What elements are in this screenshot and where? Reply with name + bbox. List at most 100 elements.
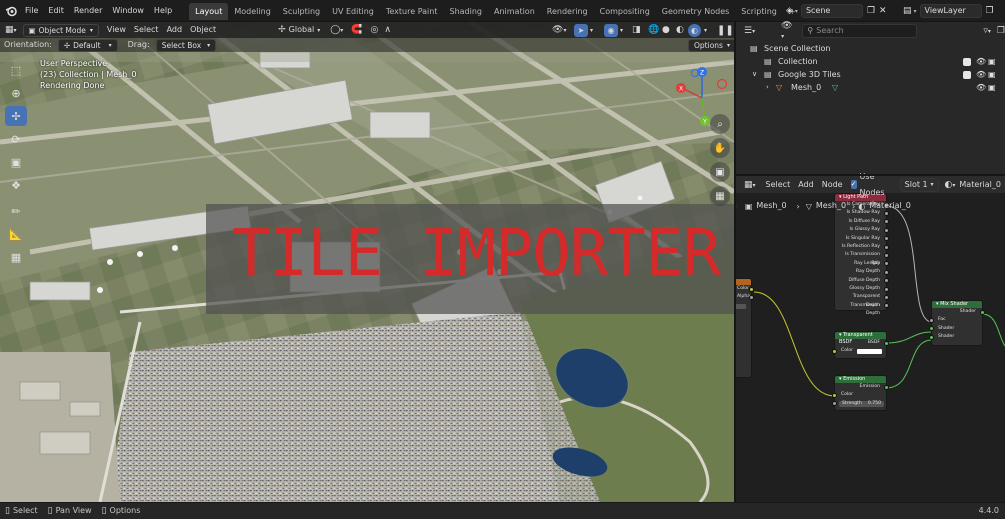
outliner-search-field[interactable]: ⚲ Search — [802, 24, 918, 38]
viewlayer-selector[interactable]: ▤ ▾ ViewLayer ❐ — [903, 4, 994, 18]
display-mode-icon[interactable]: 👁▾ — [781, 21, 794, 41]
outliner-editor-icon[interactable]: ☰▾ — [744, 26, 755, 36]
emission-node[interactable]: ▾ Emission Emission Color Strength 0.750 — [832, 375, 889, 411]
area-divider-vertical[interactable] — [734, 22, 736, 502]
camera-view-icon[interactable]: ▣ — [710, 162, 730, 182]
light-path-output-socket[interactable]: Is Glossy Ray — [835, 226, 889, 234]
visibility-eye-icon[interactable]: 👁 — [976, 68, 986, 81]
new-collection-icon[interactable]: ❐ — [997, 26, 1005, 36]
shader-node-editor[interactable]: Color Alpha ▾ Light Path Is Camera Ray Is… — [736, 176, 1005, 502]
zoom-icon[interactable]: ⌕ — [710, 114, 730, 134]
color-input-socket[interactable]: Color — [832, 347, 886, 355]
light-path-output-socket[interactable]: Ray Depth — [835, 268, 889, 276]
menu-object[interactable]: Object — [186, 22, 220, 38]
shader-input-socket-2[interactable]: Shader — [929, 333, 982, 341]
move-tool-icon[interactable]: ✢ — [5, 106, 27, 126]
tab-compositing[interactable]: Compositing — [594, 3, 656, 20]
material-preview-icon[interactable]: ◐ — [676, 25, 684, 35]
pivot-icon[interactable]: ◯▾ — [330, 25, 343, 35]
image-texture-node[interactable]: Color Alpha — [736, 278, 754, 378]
exclude-checkbox[interactable] — [963, 70, 971, 79]
light-path-output-socket[interactable]: Glossy Depth — [835, 285, 889, 293]
strength-field[interactable]: Strength 0.750 — [832, 400, 886, 408]
material-name[interactable]: Material_0 — [955, 177, 1005, 193]
filter-icon[interactable]: ▿▾ — [983, 26, 991, 36]
wireframe-shading-icon[interactable]: 🌐 — [648, 25, 659, 35]
gizmo-toggle-icon[interactable]: ➤ — [574, 23, 588, 37]
fac-input-socket[interactable]: Fac — [929, 316, 982, 324]
annotate-tool-icon[interactable]: ✏ — [5, 201, 27, 221]
gizmo-dropdown-icon[interactable]: ▾ — [590, 27, 593, 34]
color-swatch[interactable] — [857, 348, 882, 354]
menu-window[interactable]: Window — [107, 0, 149, 22]
emission-output-socket[interactable]: Emission — [835, 383, 889, 391]
visibility-eye-icon[interactable]: 👁 — [976, 55, 986, 68]
tab-sculpting[interactable]: Sculpting — [277, 3, 326, 20]
tree-row-mesh-0[interactable]: › ▽ Mesh_0 ▽ 👁 ▣ — [736, 81, 1005, 94]
node-menu-node[interactable]: Node — [818, 177, 847, 193]
node-menu-add[interactable]: Add — [794, 177, 818, 193]
tree-row-collection[interactable]: ▤ Collection 👁 ▣ — [736, 55, 1005, 68]
editor-type-icon[interactable]: ▦▾ — [5, 25, 17, 35]
overlay-dropdown-icon[interactable]: ▾ — [620, 27, 623, 34]
menu-render[interactable]: Render — [69, 0, 107, 22]
tab-scripting[interactable]: Scripting — [735, 3, 783, 20]
render-camera-icon[interactable]: ▣ — [988, 55, 996, 68]
menu-edit[interactable]: Edit — [43, 0, 69, 22]
bsdf-output-socket[interactable]: BSDF — [835, 339, 889, 347]
object-mode-dropdown[interactable]: ▣ Object Mode ▾ — [22, 23, 99, 37]
emission-color-socket[interactable]: Color — [832, 391, 886, 399]
cursor-tool-icon[interactable]: ⊕ — [5, 83, 27, 103]
pause-render-icon[interactable]: ❚❚ — [717, 25, 734, 36]
scene-name-field[interactable]: Scene — [800, 4, 863, 18]
options-dropdown[interactable]: Options ▾ — [688, 39, 736, 52]
rotate-tool-icon[interactable]: ⟳ — [5, 129, 27, 149]
new-viewlayer-icon[interactable]: ❐ — [986, 6, 994, 16]
scene-selector[interactable]: ◈ ▾ Scene ❐ ✕ — [786, 4, 887, 18]
slot-dropdown[interactable]: Slot 1 ▾ — [899, 177, 939, 192]
light-path-output-socket[interactable]: Is Transmission Ray — [835, 251, 889, 266]
visibility-eye-icon[interactable]: 👁 — [976, 81, 986, 94]
orientation-dropdown[interactable]: ✢ Default ▾ — [57, 38, 118, 52]
shading-dropdown-icon[interactable]: ▾ — [704, 27, 707, 34]
tab-geometry-nodes[interactable]: Geometry Nodes — [656, 3, 735, 20]
transform-orientation-dropdown[interactable]: ✢ Global ▾ — [278, 22, 320, 38]
light-path-output-socket[interactable]: Diffuse Depth — [835, 277, 889, 285]
light-path-output-socket[interactable]: Is Reflection Ray — [835, 243, 889, 251]
delete-scene-icon[interactable]: ✕ — [879, 6, 887, 16]
scale-tool-icon[interactable]: ▣ — [5, 152, 27, 172]
expand-chevron-icon[interactable]: ∨ — [752, 68, 757, 81]
menu-add[interactable]: Add — [163, 22, 187, 38]
blender-logo-icon[interactable] — [2, 0, 20, 22]
3d-viewport[interactable]: TILE IMPORTER User Perspective (23) Coll… — [0, 22, 734, 502]
light-path-output-socket[interactable]: Transmission Depth — [835, 302, 889, 316]
tree-row-google-3d-tiles[interactable]: ∨ ▤ Google 3D Tiles 👁 ▣ — [736, 68, 1005, 81]
xray-icon[interactable]: ◨ — [632, 25, 641, 35]
image-browse-icon[interactable] — [736, 303, 746, 309]
menu-file[interactable]: File — [20, 0, 43, 22]
tab-shading[interactable]: Shading — [443, 3, 488, 20]
area-divider-horizontal[interactable] — [736, 174, 1005, 176]
light-path-output-socket[interactable]: Is Singular Ray — [835, 235, 889, 243]
shader-output-socket[interactable]: Shader — [932, 308, 985, 316]
menu-select[interactable]: Select — [130, 22, 163, 38]
material-browse-icon[interactable]: ◐▾ — [945, 180, 956, 190]
render-camera-icon[interactable]: ▣ — [988, 68, 996, 81]
tab-rendering[interactable]: Rendering — [541, 3, 594, 20]
snap-icon[interactable]: 🧲 — [351, 25, 362, 35]
color-output-socket[interactable]: Color — [736, 285, 754, 293]
tab-uv-editing[interactable]: UV Editing — [326, 3, 380, 20]
collapse-chevron-icon[interactable]: › — [766, 81, 769, 94]
proportional-edit-icon[interactable]: ◎ — [371, 25, 379, 35]
measure-tool-icon[interactable]: 📐 — [5, 224, 27, 244]
tab-modeling[interactable]: Modeling — [228, 3, 276, 20]
light-path-output-socket[interactable]: Is Diffuse Ray — [835, 218, 889, 226]
tab-animation[interactable]: Animation — [488, 3, 541, 20]
visibility-icon[interactable]: 👁▾ — [552, 25, 566, 35]
node-menu-select[interactable]: Select — [762, 177, 795, 193]
node-editor-type-icon[interactable]: ▦▾ — [744, 180, 756, 190]
pan-hand-icon[interactable]: ✋ — [710, 138, 730, 158]
rendered-shading-icon[interactable]: ◐ — [688, 23, 701, 37]
tree-row-scene-collection[interactable]: ▤ Scene Collection — [736, 42, 1005, 55]
tab-layout[interactable]: Layout — [189, 2, 229, 20]
